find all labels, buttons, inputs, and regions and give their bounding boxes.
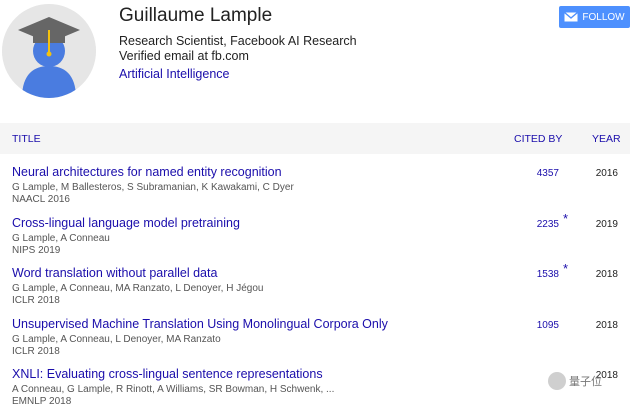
paper-year: 2016 bbox=[595, 168, 618, 179]
table-row: XNLI: Evaluating cross-lingual sentence … bbox=[0, 356, 630, 407]
paper-venue: ICLR 2018 bbox=[12, 345, 60, 357]
paper-venue: EMNLP 2018 bbox=[12, 396, 72, 407]
profile-header: Guillaume Lample Research Scientist, Fac… bbox=[0, 0, 640, 122]
watermark-text: 量子位 bbox=[569, 376, 602, 388]
follow-button[interactable]: FOLLOW bbox=[559, 6, 630, 28]
profile-affiliation: Research Scientist, Facebook AI Research bbox=[119, 34, 357, 48]
paper-venue: NAACL 2016 bbox=[12, 194, 70, 205]
star-icon: * bbox=[563, 210, 569, 226]
watermark-logo-icon bbox=[548, 372, 566, 390]
paper-title-link[interactable]: Word translation without parallel data bbox=[12, 266, 217, 280]
star-icon: * bbox=[563, 261, 569, 276]
paper-title-link[interactable]: Neural architectures for named entity re… bbox=[12, 165, 282, 179]
cited-by-link[interactable]: 1095 bbox=[537, 320, 559, 331]
avatar bbox=[2, 4, 96, 98]
paper-authors: G Lample, A Conneau, L Denoyer, MA Ranza… bbox=[12, 333, 221, 345]
mail-icon bbox=[564, 12, 579, 22]
paper-venue: NIPS 2019 bbox=[12, 244, 61, 256]
table-row: Neural architectures for named entity re… bbox=[0, 154, 630, 205]
follow-label: FOLLOW bbox=[582, 11, 625, 23]
table-row: Unsupervised Machine Translation Using M… bbox=[0, 306, 630, 357]
profile-email: Verified email at fb.com bbox=[119, 49, 249, 63]
paper-year: 2018 bbox=[595, 319, 618, 331]
header-title[interactable]: TITLE bbox=[12, 133, 41, 145]
table-row: Word translation without parallel data G… bbox=[0, 255, 630, 306]
paper-title-link[interactable]: Unsupervised Machine Translation Using M… bbox=[12, 317, 388, 331]
paper-authors: A Conneau, G Lample, R Rinott, A William… bbox=[12, 384, 335, 395]
header-year[interactable]: YEAR bbox=[592, 133, 621, 145]
table-header: TITLE CITED BY YEAR bbox=[0, 123, 630, 154]
profile-name: Guillaume Lample bbox=[119, 5, 273, 26]
table-row: Cross-lingual language model pretraining… bbox=[0, 205, 630, 256]
paper-year: 2019 bbox=[595, 218, 618, 230]
publications-list: Neural architectures for named entity re… bbox=[0, 154, 630, 407]
paper-authors: G Lample, M Ballesteros, S Subramanian, … bbox=[12, 182, 294, 193]
paper-title-link[interactable]: XNLI: Evaluating cross-lingual sentence … bbox=[12, 367, 323, 381]
paper-year: 2018 bbox=[595, 269, 618, 280]
interest-link[interactable]: Artificial Intelligence bbox=[119, 67, 229, 81]
cited-by-link[interactable]: 4357 bbox=[537, 168, 559, 179]
paper-title-link[interactable]: Cross-lingual language model pretraining bbox=[12, 216, 240, 230]
cited-by-link[interactable]: 2235 bbox=[537, 219, 559, 230]
cited-by-link[interactable]: 1538 bbox=[537, 269, 559, 280]
paper-authors: G Lample, A Conneau, MA Ranzato, L Denoy… bbox=[12, 283, 264, 294]
graduation-cap-user-icon bbox=[2, 4, 96, 98]
paper-venue: ICLR 2018 bbox=[12, 295, 60, 306]
paper-authors: G Lample, A Conneau bbox=[12, 232, 110, 244]
watermark: 量子位 bbox=[548, 370, 628, 392]
header-cited-by[interactable]: CITED BY bbox=[514, 133, 562, 145]
